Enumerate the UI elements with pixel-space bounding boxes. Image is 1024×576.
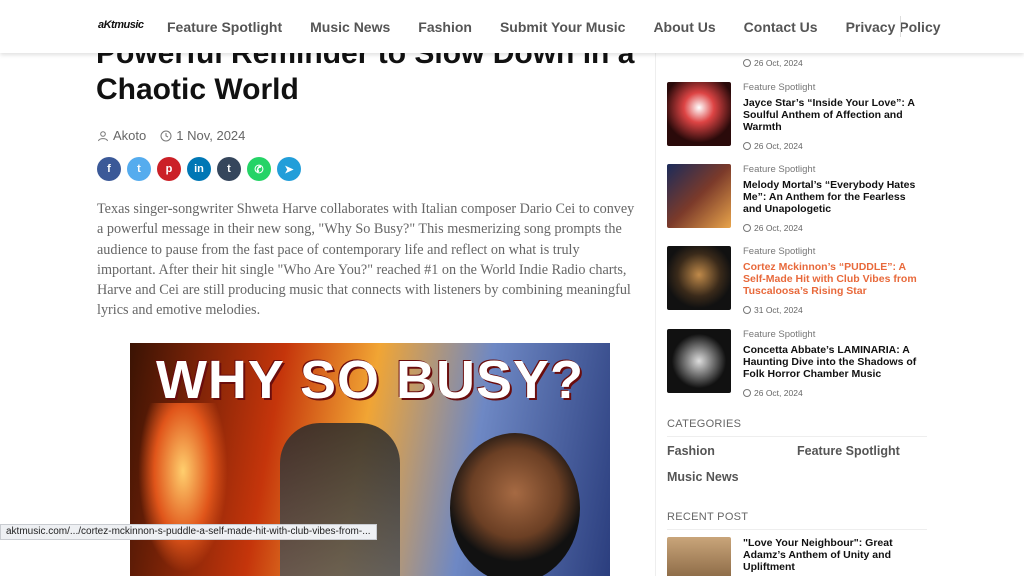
categories-divider	[667, 436, 927, 437]
nav-about-us[interactable]: About Us	[653, 19, 715, 35]
post-category[interactable]: Feature Spotlight	[743, 82, 815, 93]
sidebar-divider	[655, 53, 656, 576]
linkedin-icon[interactable]: in	[187, 157, 211, 181]
nav-feature-spotlight[interactable]: Feature Spotlight	[167, 19, 282, 35]
busy-figure-graphic	[280, 423, 400, 576]
category-feature-spotlight[interactable]: Feature Spotlight	[797, 444, 900, 458]
post-thumbnail[interactable]	[667, 329, 731, 393]
main-nav: Feature Spotlight Music News Fashion Sub…	[167, 0, 969, 53]
clock-icon	[743, 306, 751, 314]
nav-contact-us[interactable]: Contact Us	[744, 19, 818, 35]
user-icon	[98, 130, 108, 141]
post-thumbnail[interactable]	[667, 164, 731, 228]
post-thumbnail[interactable]	[667, 537, 731, 576]
date-text: 1 Nov, 2024	[176, 128, 246, 143]
article-meta: Akoto 1 Nov, 2024	[97, 128, 259, 143]
post-thumbnail[interactable]	[667, 82, 731, 146]
post-title[interactable]: Cortez Mckinnon’s “PUDDLE”: A Self-Made …	[743, 261, 927, 297]
post-category[interactable]: Feature Spotlight	[743, 164, 815, 175]
tumblr-icon[interactable]: t	[217, 157, 241, 181]
post-category[interactable]: Feature Spotlight	[743, 329, 815, 340]
nav-divider	[900, 16, 901, 37]
telegram-icon[interactable]: ➤	[277, 157, 301, 181]
recent-post-divider	[667, 529, 927, 530]
article-body: Texas singer-songwriter Shweta Harve col…	[97, 201, 635, 319]
recent-post-1: "Love Your Neighbour": Great Adamz’s Ant…	[667, 537, 927, 576]
article-date: 1 Nov, 2024	[160, 128, 245, 143]
nav-music-news[interactable]: Music News	[310, 19, 390, 35]
post-title[interactable]: Melody Mortal’s “Everybody Hates Me”: An…	[743, 179, 927, 215]
post-date: 26 Oct, 2024	[743, 58, 803, 68]
pinterest-icon[interactable]: p	[157, 157, 181, 181]
post-category[interactable]: Feature Spotlight	[743, 246, 815, 257]
post-thumbnail[interactable]	[667, 246, 731, 310]
article-hero-image: WHY SO BUSY?	[130, 343, 610, 576]
post-date: 31 Oct, 2024	[743, 305, 803, 315]
clock-icon	[160, 130, 172, 141]
categories-heading: CATEGORIES	[667, 418, 742, 430]
post-title[interactable]: Concetta Abbate’s LAMINARIA: A Haunting …	[743, 344, 927, 380]
nav-submit-your-music[interactable]: Submit Your Music	[500, 19, 626, 35]
clock-icon	[743, 142, 751, 150]
facebook-icon[interactable]: f	[97, 157, 121, 181]
post-date: 26 Oct, 2024	[743, 141, 803, 151]
post-date: 26 Oct, 2024	[743, 223, 803, 233]
author-name: Akoto	[113, 128, 147, 143]
nav-privacy-policy[interactable]: Privacy Policy	[846, 19, 941, 35]
hero-headline: WHY SO BUSY?	[155, 350, 585, 410]
post-title[interactable]: "Love Your Neighbour": Great Adamz’s Ant…	[743, 537, 927, 573]
share-buttons: f t p in t ✆ ➤	[97, 157, 307, 181]
whatsapp-icon[interactable]: ✆	[247, 157, 271, 181]
site-logo[interactable]: aKtmusic	[98, 19, 144, 31]
site-header: aKtmusic Feature Spotlight Music News Fa…	[0, 0, 1024, 53]
status-bar-url: aktmusic.com/.../cortez-mckinnon-s-puddl…	[0, 524, 377, 540]
clock-icon	[743, 389, 751, 397]
recent-post-heading: RECENT POST	[667, 511, 749, 523]
nav-fashion[interactable]: Fashion	[418, 19, 472, 35]
category-fashion[interactable]: Fashion	[667, 444, 715, 458]
post-date: 26 Oct, 2024	[743, 388, 803, 398]
post-title[interactable]: Jayce Star’s “Inside Your Love”: A Soulf…	[743, 97, 927, 133]
hourglass-graphic	[138, 403, 228, 573]
clock-icon	[743, 59, 751, 67]
category-music-news[interactable]: Music News	[667, 470, 739, 484]
singer-portrait-graphic	[450, 433, 580, 576]
article-author[interactable]: Akoto	[97, 128, 146, 143]
clock-icon	[743, 224, 751, 232]
twitter-icon[interactable]: t	[127, 157, 151, 181]
